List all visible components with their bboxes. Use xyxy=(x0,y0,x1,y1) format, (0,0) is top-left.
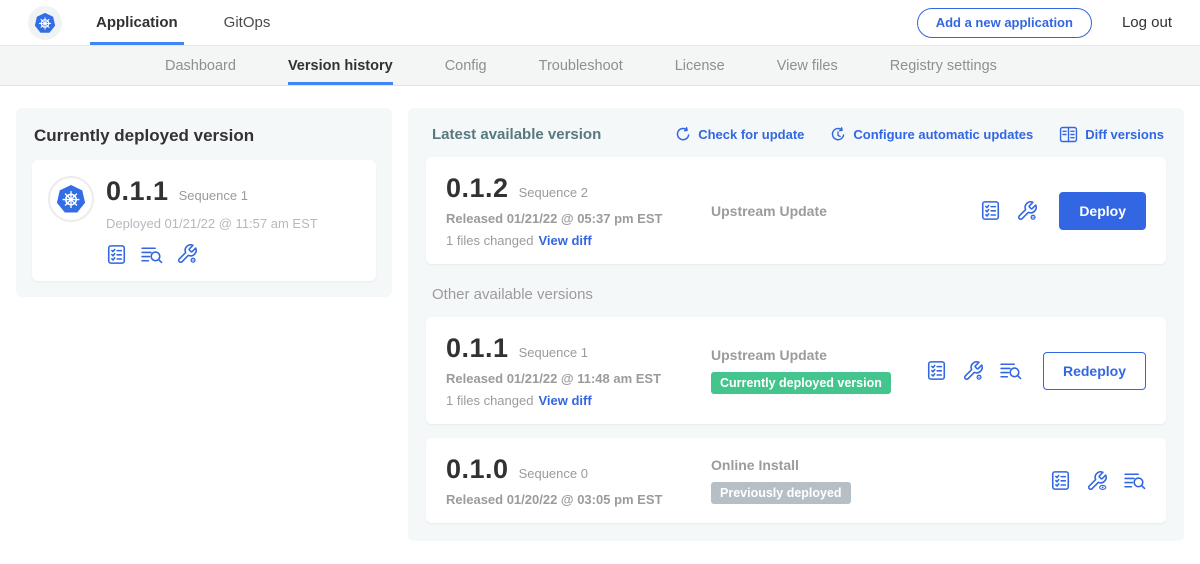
version-info: 0.1.1 Sequence 1 Released 01/21/22 @ 11:… xyxy=(446,333,711,408)
header-tabs: Application GitOps xyxy=(90,0,310,45)
deploy-logs-icon[interactable] xyxy=(1123,470,1146,491)
kubernetes-logo xyxy=(28,6,62,40)
currently-deployed-panel: Currently deployed version 0.1.1 Sequenc… xyxy=(16,108,392,297)
source-label: Upstream Update xyxy=(711,347,926,363)
version-actions: Check for update Configure automatic upd… xyxy=(675,126,1164,143)
diff-versions-icon xyxy=(1059,126,1078,143)
subnav-tab-dashboard[interactable]: Dashboard xyxy=(165,46,236,85)
tab-gitops[interactable]: GitOps xyxy=(218,0,277,45)
deployed-version-number: 0.1.1 xyxy=(106,176,169,207)
view-diff-link[interactable]: View diff xyxy=(538,393,591,408)
version-number: 0.1.0 xyxy=(446,454,509,485)
files-changed: 1 files changed xyxy=(446,233,533,248)
configure-automatic-updates-label: Configure automatic updates xyxy=(853,127,1033,142)
version-row-0-1-0: 0.1.0 Sequence 0 Released 01/20/22 @ 03:… xyxy=(426,438,1166,523)
files-changed: 1 files changed xyxy=(446,393,533,408)
edit-config-icon[interactable] xyxy=(1016,200,1038,222)
subnav-tab-troubleshoot[interactable]: Troubleshoot xyxy=(539,46,623,85)
preflight-checks-icon[interactable] xyxy=(980,200,1001,221)
view-diff-link[interactable]: View diff xyxy=(538,233,591,248)
app-logo xyxy=(48,176,94,222)
version-source: Online Install Previously deployed xyxy=(711,457,1050,504)
currently-deployed-card: 0.1.1 Sequence 1 Deployed 01/21/22 @ 11:… xyxy=(32,160,376,281)
subnav-tab-license-label: License xyxy=(675,58,725,74)
logout-button[interactable]: Log out xyxy=(1122,14,1172,31)
subnav-tab-license[interactable]: License xyxy=(675,46,725,85)
latest-version-header: Latest available version Check for updat… xyxy=(426,124,1166,143)
check-for-update-label: Check for update xyxy=(698,127,804,142)
add-application-button[interactable]: Add a new application xyxy=(917,8,1092,38)
version-actions: Redeploy xyxy=(926,352,1146,390)
main-content: Currently deployed version 0.1.1 Sequenc… xyxy=(0,86,1200,541)
version-actions xyxy=(1050,470,1146,492)
deploy-logs-icon[interactable] xyxy=(999,360,1022,381)
version-info: 0.1.0 Sequence 0 Released 01/20/22 @ 03:… xyxy=(446,454,711,507)
deployed-sequence: Sequence 1 xyxy=(179,188,248,203)
version-sequence: Sequence 1 xyxy=(519,345,588,360)
preflight-checks-icon[interactable] xyxy=(106,244,127,265)
header-spacer xyxy=(310,0,916,45)
subnav-tab-version-history[interactable]: Version history xyxy=(288,46,393,85)
deploy-button[interactable]: Deploy xyxy=(1059,192,1146,230)
edit-config-icon[interactable] xyxy=(176,243,198,265)
tab-application-label: Application xyxy=(96,14,178,31)
tab-gitops-label: GitOps xyxy=(224,14,271,31)
version-row-0-1-1: 0.1.1 Sequence 1 Released 01/21/22 @ 11:… xyxy=(426,317,1166,424)
version-history-panel: Latest available version Check for updat… xyxy=(408,108,1184,541)
subnav-tab-registry-settings[interactable]: Registry settings xyxy=(890,46,997,85)
currently-deployed-title: Currently deployed version xyxy=(34,126,376,146)
edit-config-icon[interactable] xyxy=(962,360,984,382)
app-header: Application GitOps Add a new application… xyxy=(0,0,1200,46)
version-number: 0.1.1 xyxy=(446,333,509,364)
configure-automatic-updates-link[interactable]: Configure automatic updates xyxy=(830,127,1033,143)
subnav-tab-view-files-label: View files xyxy=(777,58,838,74)
diff-versions-label: Diff versions xyxy=(1085,127,1164,142)
version-number: 0.1.2 xyxy=(446,173,509,204)
deployed-version-info: 0.1.1 Sequence 1 Deployed 01/21/22 @ 11:… xyxy=(106,176,318,265)
kubernetes-logo-icon xyxy=(32,10,58,36)
other-versions-heading: Other available versions xyxy=(432,286,1164,303)
refresh-icon xyxy=(675,127,691,143)
subnav-tab-config[interactable]: Config xyxy=(445,46,487,85)
version-sequence: Sequence 2 xyxy=(519,185,588,200)
deploy-logs-icon[interactable] xyxy=(140,244,163,265)
source-label: Online Install xyxy=(711,457,1050,473)
released-timestamp: Released 01/21/22 @ 11:48 am EST xyxy=(446,371,711,386)
version-info: 0.1.2 Sequence 2 Released 01/21/22 @ 05:… xyxy=(446,173,711,248)
redeploy-button[interactable]: Redeploy xyxy=(1043,352,1146,390)
diff-versions-link[interactable]: Diff versions xyxy=(1059,126,1164,143)
tab-application[interactable]: Application xyxy=(90,0,184,45)
version-source: Upstream Update Currently deployed versi… xyxy=(711,347,926,394)
version-source: Upstream Update xyxy=(711,203,980,219)
released-timestamp: Released 01/21/22 @ 05:37 pm EST xyxy=(446,211,711,226)
deployed-timestamp: Deployed 01/21/22 @ 11:57 am EST xyxy=(106,216,318,231)
subnav-tab-troubleshoot-label: Troubleshoot xyxy=(539,58,623,74)
subnav-tab-config-label: Config xyxy=(445,58,487,74)
subnav-tab-dashboard-label: Dashboard xyxy=(165,58,236,74)
currently-deployed-badge: Currently deployed version xyxy=(711,372,891,394)
view-config-icon[interactable] xyxy=(1086,470,1108,492)
subnav-tab-view-files[interactable]: View files xyxy=(777,46,838,85)
version-row-0-1-2: 0.1.2 Sequence 2 Released 01/21/22 @ 05:… xyxy=(426,157,1166,264)
auto-update-schedule-icon xyxy=(830,127,846,143)
subnav-tab-version-history-label: Version history xyxy=(288,58,393,74)
previously-deployed-badge: Previously deployed xyxy=(711,482,851,504)
released-timestamp: Released 01/20/22 @ 03:05 pm EST xyxy=(446,492,711,507)
version-sequence: Sequence 0 xyxy=(519,466,588,481)
source-label: Upstream Update xyxy=(711,203,980,219)
kubernetes-logo-icon xyxy=(53,181,89,217)
check-for-update-link[interactable]: Check for update xyxy=(675,127,804,143)
app-subnav: Dashboard Version history Config Trouble… xyxy=(0,46,1200,86)
preflight-checks-icon[interactable] xyxy=(1050,470,1071,491)
version-actions: Deploy xyxy=(980,192,1146,230)
subnav-tab-registry-settings-label: Registry settings xyxy=(890,58,997,74)
preflight-checks-icon[interactable] xyxy=(926,360,947,381)
latest-version-heading: Latest available version xyxy=(432,126,601,143)
